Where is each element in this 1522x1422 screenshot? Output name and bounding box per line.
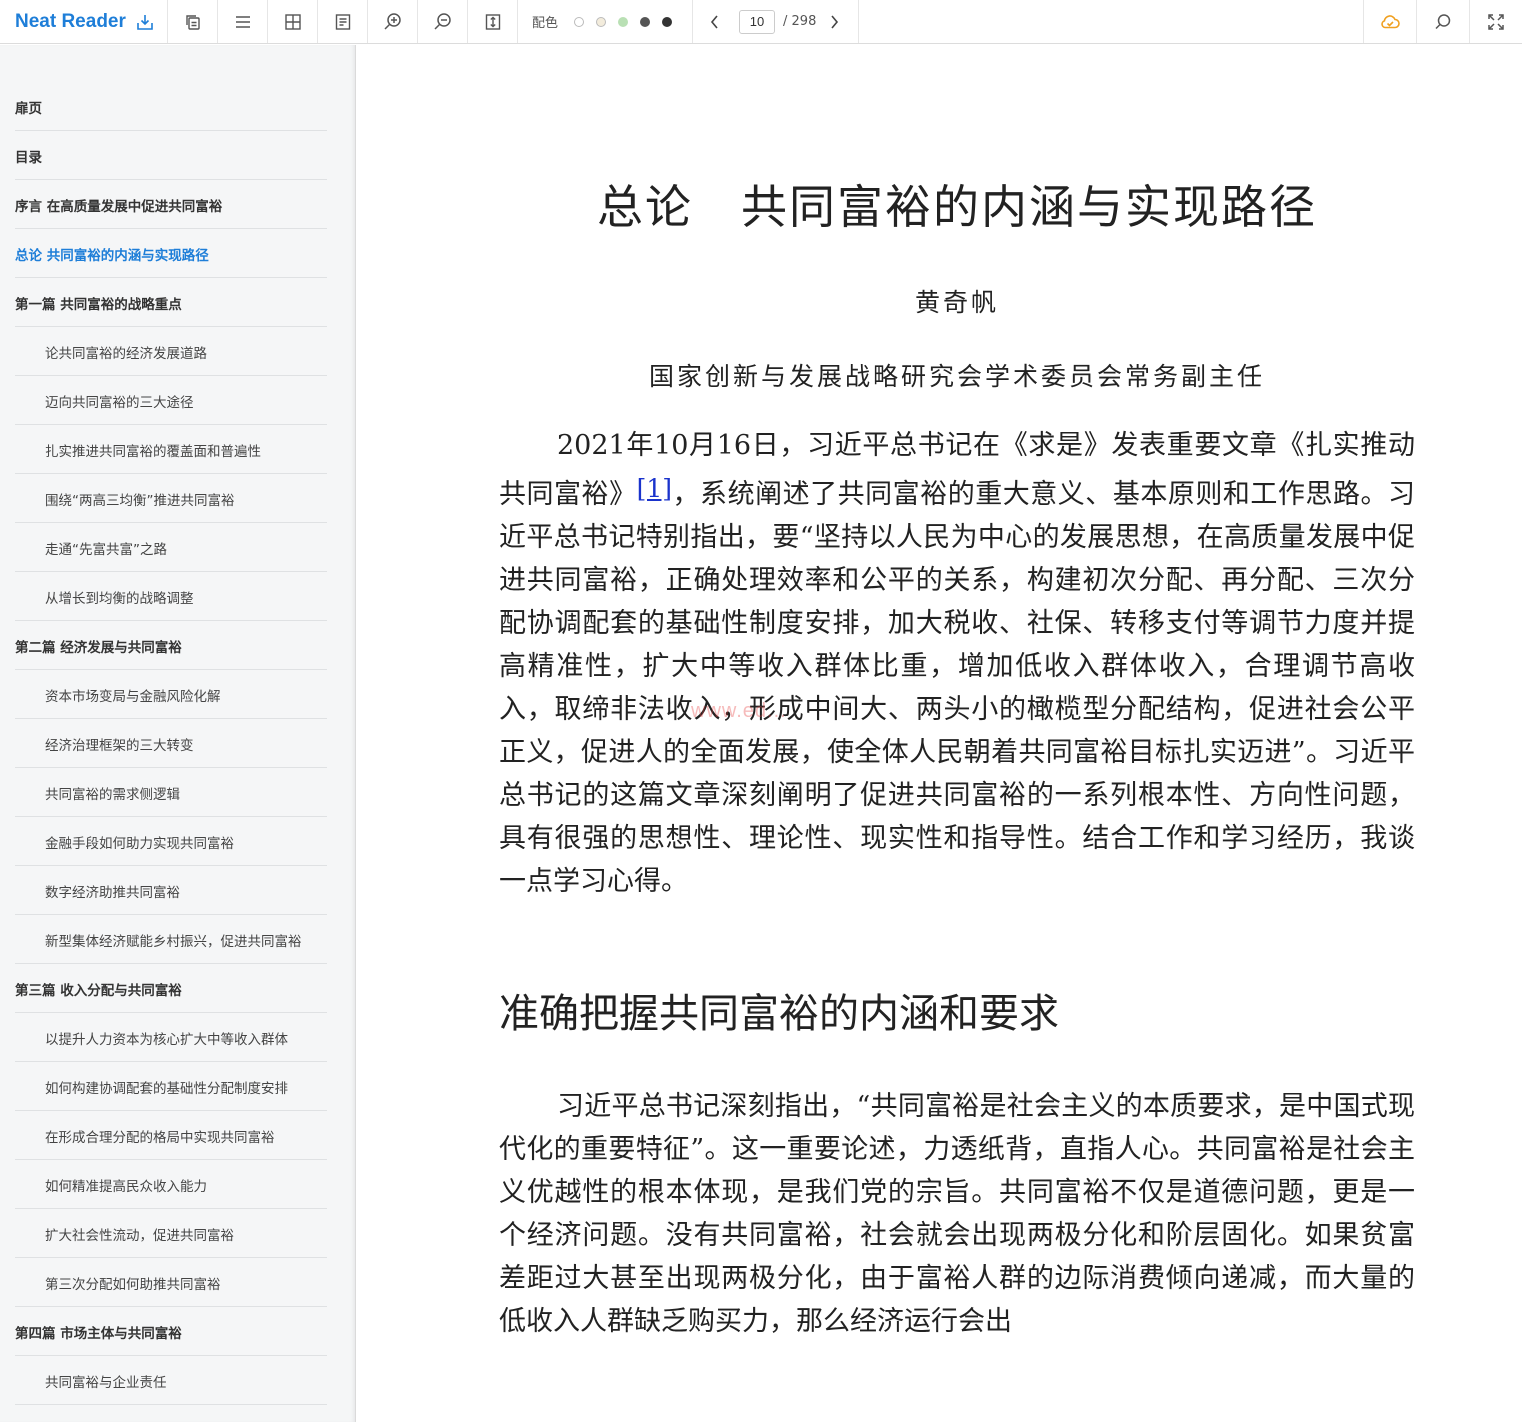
toc-item[interactable]: 总论 共同富裕的内涵与实现路径 bbox=[15, 230, 327, 278]
toc-item[interactable]: 围绕“两高三均衡”推进共同富裕 bbox=[15, 475, 327, 523]
notes-icon bbox=[335, 13, 350, 30]
toc-item[interactable]: 以提升人力资本为核心扩大中等收入群体 bbox=[15, 1014, 327, 1062]
brand: Neat Reader bbox=[0, 0, 168, 43]
toc-item[interactable]: 经济治理框架的三大转变 bbox=[15, 720, 327, 768]
zoom-out-button[interactable] bbox=[418, 0, 468, 43]
toc-item[interactable]: 金融手段如何助力实现共同富裕 bbox=[15, 818, 327, 866]
color-scheme-label: 配色 bbox=[532, 16, 559, 31]
toc-item[interactable]: 在形成合理分配的格局中实现共同富裕 bbox=[15, 1112, 327, 1160]
toc-item[interactable]: 新型集体经济赋能乡村振兴，促进共同富裕 bbox=[15, 916, 327, 964]
color-swatch-white[interactable] bbox=[574, 16, 585, 27]
paragraph-1: 2021年10月16日，习近平总书记在《求是》发表重要文章《扎实推动共同富裕》[… bbox=[499, 424, 1415, 903]
toc-item[interactable]: 从增长到均衡的战略调整 bbox=[15, 573, 327, 621]
toc-item[interactable]: 共同富裕的需求侧逻辑 bbox=[15, 769, 327, 817]
page-total: / 298 bbox=[783, 14, 817, 29]
color-swatch-cream[interactable] bbox=[596, 16, 607, 27]
fit-height-icon bbox=[485, 13, 500, 30]
fit-page-button[interactable] bbox=[468, 0, 518, 43]
import-icon[interactable] bbox=[136, 13, 154, 31]
grid-view-button[interactable] bbox=[268, 0, 318, 43]
toc-item[interactable]: 序言 在高质量发展中促进共同富裕 bbox=[15, 181, 327, 229]
zoom-in-button[interactable] bbox=[368, 0, 418, 43]
page-navigator: / 298 bbox=[693, 0, 860, 43]
toc-item[interactable]: 第三次分配如何助推共同富裕 bbox=[15, 1259, 327, 1307]
color-swatch-green[interactable] bbox=[618, 16, 629, 27]
toc-item[interactable]: 扉页 bbox=[15, 83, 327, 131]
toc-toggle-button[interactable] bbox=[218, 0, 268, 43]
zoom-in-icon bbox=[383, 12, 401, 30]
toc-item[interactable]: 走通“先富共富”之路 bbox=[15, 524, 327, 572]
copy-button[interactable] bbox=[168, 0, 218, 43]
author: 黄奇帆 bbox=[914, 288, 999, 317]
paragraph-2: 习近平总书记深刻指出，“共同富裕是社会主义的本质要求，是中国式现代化的重要特征”… bbox=[499, 1091, 1415, 1337]
copy-icon bbox=[185, 14, 200, 30]
toc-sidebar: 扉页 目录 序言 在高质量发展中促进共同富裕 总论 共同富裕的内涵与实现路径 第一篇 共… bbox=[0, 45, 356, 1422]
toc-item[interactable]: 第三篇 收入分配与共同富裕 bbox=[15, 965, 327, 1013]
author-affiliation: 国家创新与发展战略研究会学术委员会常务副主任 bbox=[648, 362, 1265, 391]
search-button[interactable] bbox=[1416, 0, 1469, 43]
toc-item[interactable]: 资本市场变局与金融风险化解 bbox=[15, 671, 327, 719]
toc-item[interactable]: 第二篇 经济发展与共同富裕 bbox=[15, 622, 327, 670]
notes-button[interactable] bbox=[318, 0, 368, 43]
toc-item[interactable]: 数字经济助推共同富裕 bbox=[15, 867, 327, 915]
fullscreen-icon bbox=[1488, 13, 1504, 30]
section-heading: 准确把握共同富裕的内涵和要求 bbox=[499, 991, 1059, 1037]
app-name: Neat Reader bbox=[15, 10, 126, 32]
cloud-icon bbox=[1381, 14, 1400, 28]
color-swatch-dark[interactable] bbox=[662, 16, 673, 27]
color-swatch-gray[interactable] bbox=[640, 16, 651, 27]
toc-item[interactable]: 共同富裕与企业责任 bbox=[15, 1357, 327, 1405]
list-icon bbox=[235, 15, 250, 28]
toc-item[interactable]: 目录 bbox=[15, 132, 327, 180]
grid-icon bbox=[284, 13, 301, 30]
toc-item[interactable]: 扎实推进共同富裕的覆盖面和普遍性 bbox=[15, 426, 327, 474]
page-number-input[interactable] bbox=[739, 9, 776, 34]
toc-item[interactable]: 扩大社会性流动，促进共同富裕 bbox=[15, 1210, 327, 1258]
toc-item[interactable]: 迈向共同富裕的三大途径 bbox=[15, 377, 327, 425]
chapter-title: 总论 共同富裕的内涵与实现路径 bbox=[597, 180, 1317, 234]
reader-pane: 总论 共同富裕的内涵与实现路径 黄奇帆 国家创新与发展战略研究会学术委员会常务副… bbox=[357, 45, 1522, 1422]
paragraph-1-part-2: ，系统阐述了共同富裕的重大意义、基本原则和工作思路。习近平总书记特别指出，要“坚… bbox=[499, 479, 1416, 897]
footnote-link[interactable]: [1] bbox=[637, 474, 672, 503]
color-scheme: 配色 bbox=[518, 0, 694, 43]
toc-item[interactable]: 论共同富裕的经济发展道路 bbox=[15, 328, 327, 376]
toc-item[interactable]: 如何精准提高民众收入能力 bbox=[15, 1161, 327, 1209]
fullscreen-button[interactable] bbox=[1469, 0, 1522, 43]
next-page-icon[interactable] bbox=[828, 14, 840, 30]
toc-item[interactable]: 第一篇 共同富裕的战略重点 bbox=[15, 279, 327, 327]
zoom-out-icon bbox=[433, 12, 451, 30]
toc-list: 扉页 目录 序言 在高质量发展中促进共同富裕 总论 共同富裕的内涵与实现路径 第一篇 共… bbox=[0, 45, 355, 1405]
watermark: www.ed... bbox=[691, 700, 787, 722]
toc-item[interactable]: 如何构建协调配套的基础性分配制度安排 bbox=[15, 1063, 327, 1111]
toolbar: Neat Reader 配色 / 298 bbox=[0, 0, 1522, 44]
search-icon bbox=[1435, 13, 1451, 29]
toc-item[interactable]: 第四篇 市场主体与共同富裕 bbox=[15, 1308, 327, 1356]
cloud-sync-button[interactable] bbox=[1363, 0, 1416, 43]
prev-page-icon[interactable] bbox=[709, 14, 721, 30]
